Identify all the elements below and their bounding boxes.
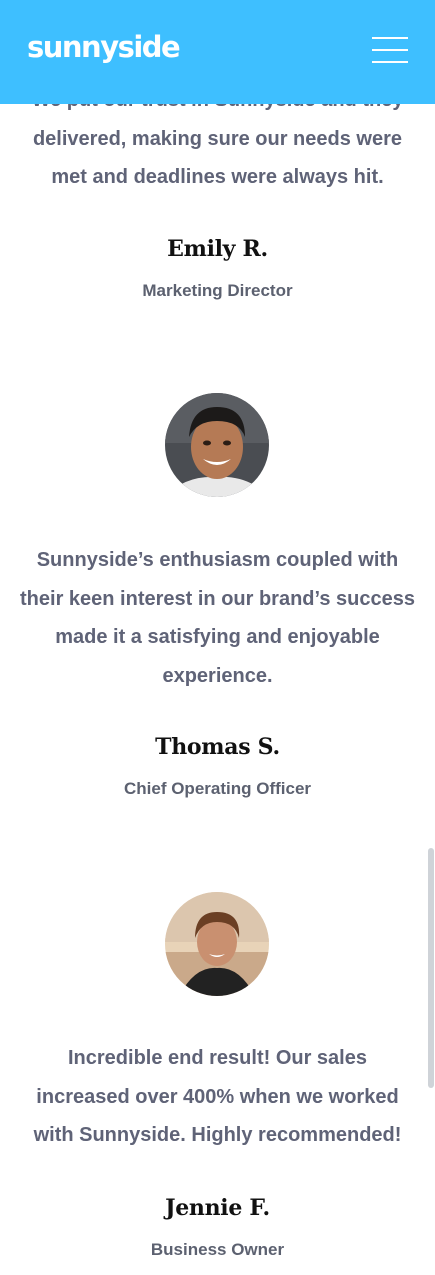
site-header: sunnyside — [0, 0, 435, 104]
testimonial-quote-thomas: Sunnyside’s enthusiasm coupled with thei… — [20, 549, 415, 687]
avatar-jennie — [165, 892, 269, 996]
avatar-thomas — [165, 393, 269, 497]
testimonial-name-thomas: Thomas S. — [155, 734, 280, 760]
testimonial-name-emily: Emily R. — [167, 236, 268, 262]
testimonial-role-thomas: Chief Operating Officer — [123, 779, 312, 798]
scrollbar[interactable] — [428, 848, 434, 1088]
testimonial-role-jennie: Business Owner — [150, 1240, 285, 1259]
hamburger-menu-icon[interactable] — [372, 37, 408, 63]
testimonial-quote-jennie: Incredible end result! Our sales increas… — [33, 1047, 402, 1146]
testimonial-role-emily: Marketing Director — [142, 281, 293, 300]
logo[interactable]: sunnyside — [27, 30, 181, 64]
testimonial-name-jennie: Jennie F. — [165, 1195, 270, 1221]
